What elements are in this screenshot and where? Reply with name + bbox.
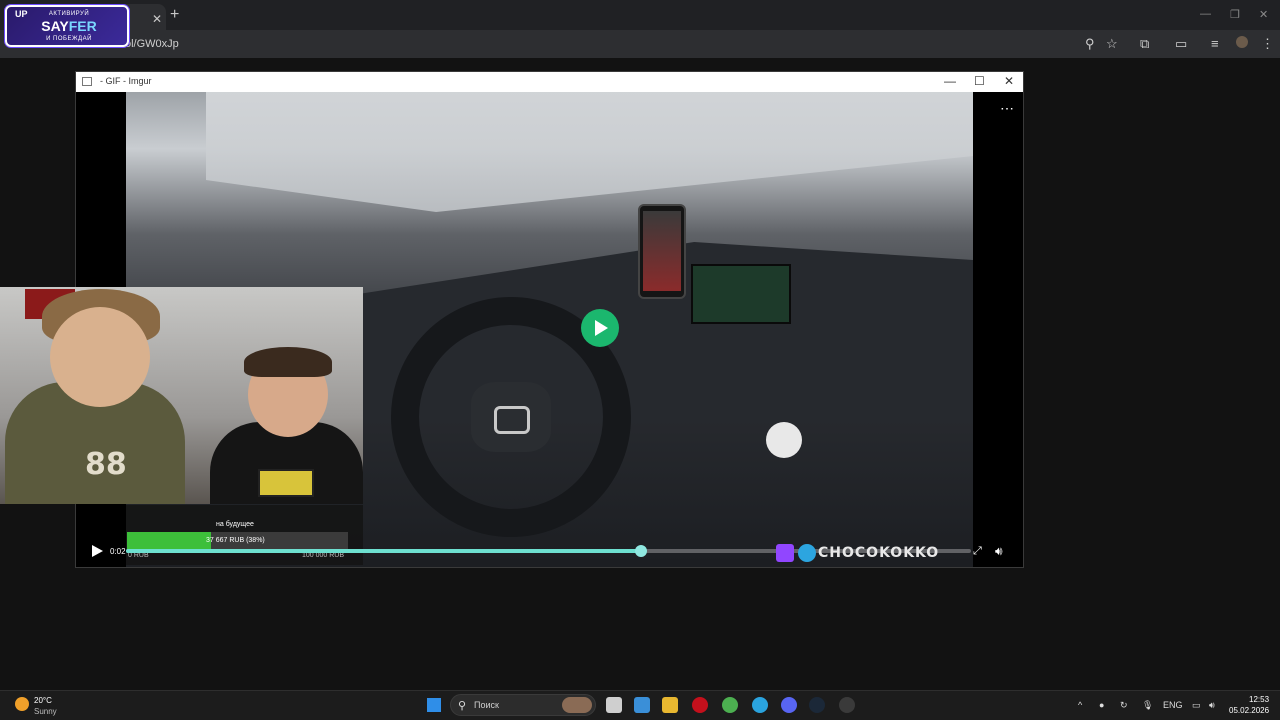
viewer-title-bar: - GIF - Imgur — ☐ ✕ [76, 72, 1023, 92]
weather-temperature[interactable]: 20°C [34, 696, 52, 705]
file-explorer-icon[interactable] [662, 697, 678, 713]
speaker-icon[interactable]: 🔊︎ [1209, 700, 1215, 711]
streamer-right-hair [244, 347, 332, 377]
donation-min-label: 0 RUB [128, 552, 149, 559]
donation-progress-fill [127, 532, 211, 550]
window-app-icon [82, 77, 92, 86]
logo-brand-b: FER [68, 18, 97, 34]
discord-icon[interactable] [781, 697, 797, 713]
twitch-icon [776, 544, 794, 562]
bookmark-star-icon[interactable]: ☆ [1106, 36, 1118, 52]
shirt-graphic [258, 469, 314, 497]
volume-icon[interactable]: 🔊︎ [995, 544, 1003, 559]
notepad-icon[interactable] [634, 697, 650, 713]
shirt-print: 88 [85, 447, 127, 482]
tab-bar: ✕ + — ❐ ✕ [0, 0, 1280, 30]
extensions-icon[interactable]: ⧉ [1140, 36, 1149, 52]
zoom-icon[interactable]: ⚲ [1085, 36, 1095, 52]
start-button[interactable] [427, 698, 441, 712]
weather-description[interactable]: Sunny [34, 707, 57, 716]
logo-brand: SAYFER [7, 18, 131, 34]
playback-time: 0:02 [110, 547, 126, 556]
opera-icon[interactable] [692, 697, 708, 713]
telegram-taskbar-icon[interactable] [752, 697, 768, 713]
honda-logo [494, 406, 530, 434]
viewer-maximize-button[interactable]: ☐ [974, 74, 985, 88]
logo-brand-a: SAY [41, 18, 69, 34]
tray-app-icon[interactable]: ● [1099, 700, 1104, 710]
search-highlight-image [562, 697, 592, 713]
menu-icon[interactable]: ⋮ [1261, 36, 1274, 52]
donation-title: на будущее [216, 521, 254, 528]
carplay-screen [691, 264, 791, 324]
steam-icon[interactable] [809, 697, 825, 713]
obs-icon[interactable] [839, 697, 855, 713]
donation-max-label: 100 000 RUB [302, 552, 345, 559]
telegram-icon [798, 544, 816, 562]
stream-logo: UP АКТИВИРУЙ SAYFER И ПОБЕЖДАЙ [5, 5, 129, 47]
viewer-title: - GIF - Imgur [100, 76, 152, 86]
search-input[interactable]: Поиск [474, 700, 499, 710]
clock-date[interactable]: 05.02.2026 [1229, 706, 1269, 715]
restore-window-button[interactable]: ❐ [1230, 8, 1240, 21]
stream-watermark: CHOCOKOKKO [818, 545, 940, 561]
new-tab-button[interactable]: + [170, 6, 179, 24]
profile-avatar[interactable] [1236, 36, 1248, 48]
address-bar[interactable] [70, 33, 1130, 55]
phone-screen [643, 211, 681, 291]
downloads-icon[interactable]: ≡ [1211, 36, 1219, 51]
donation-value: 37 667 RUB (38%) [206, 537, 265, 544]
network-icon[interactable]: ▭ [1192, 700, 1201, 711]
weather-sun-icon[interactable] [15, 697, 29, 711]
fullscreen-icon[interactable]: ⤢ [973, 545, 982, 558]
center-play-icon[interactable] [581, 309, 619, 347]
viewer-minimize-button[interactable]: — [944, 74, 956, 88]
close-window-button[interactable]: ✕ [1259, 8, 1268, 21]
tray-sync-icon[interactable]: ↻ [1120, 700, 1128, 711]
sidebar-icon[interactable]: ▭ [1175, 36, 1187, 52]
gear-shifter [766, 422, 802, 458]
progress-fill [126, 549, 642, 553]
search-icon: ⚲ [458, 700, 467, 712]
chrome-icon[interactable] [722, 697, 738, 713]
viewer-close-button[interactable]: ✕ [1004, 74, 1014, 88]
phone-mount [638, 204, 686, 299]
clock-time[interactable]: 12:53 [1249, 695, 1269, 704]
input-language[interactable]: ENG [1163, 700, 1183, 710]
more-options-icon[interactable]: ⋯ [1000, 100, 1014, 117]
webcam-overlay: 88 [0, 287, 363, 504]
logo-bottom-text: И ПОБЕЖДАЙ [46, 36, 92, 42]
windshield-scene [206, 92, 973, 212]
play-button[interactable] [90, 544, 104, 558]
microphone-icon[interactable]: 🎙︎ [1142, 700, 1153, 711]
task-view-icon[interactable] [606, 697, 622, 713]
close-tab-icon[interactable]: ✕ [152, 12, 162, 26]
streamer-left-head [50, 307, 150, 407]
tray-overflow-icon[interactable]: ^ [1078, 700, 1082, 710]
logo-top-text: АКТИВИРУЙ [48, 11, 90, 17]
minimize-window-button[interactable]: — [1200, 8, 1211, 20]
